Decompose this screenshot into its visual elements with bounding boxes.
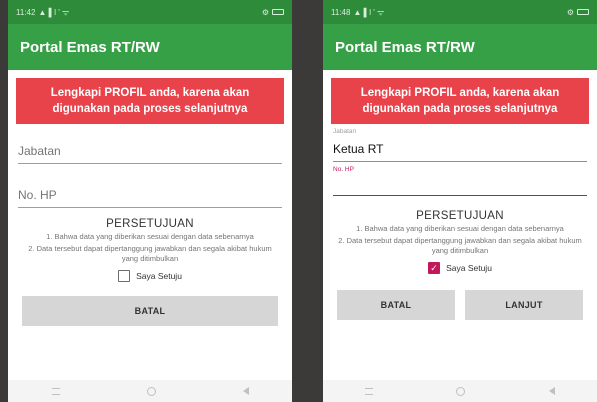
battery-icon xyxy=(577,9,589,15)
jabatan-field[interactable]: Jabatan xyxy=(333,128,587,162)
battery-icon xyxy=(272,9,284,15)
home-icon[interactable] xyxy=(456,386,466,396)
back-icon[interactable] xyxy=(242,387,249,395)
status-time: 11:42 xyxy=(16,7,36,17)
settings-status-icon: ⚙ xyxy=(566,7,574,17)
home-icon[interactable] xyxy=(146,386,156,396)
agreement-item-1: 1. Bahwa data yang diberikan sesuai deng… xyxy=(46,232,254,241)
batal-button[interactable]: BATAL xyxy=(337,290,455,320)
hp-label: No. HP xyxy=(333,166,354,173)
agree-checkbox[interactable] xyxy=(118,270,131,282)
check-icon: ✓ xyxy=(430,262,438,273)
status-right: ⚙ xyxy=(567,8,589,17)
settings-status-icon: ⚙ xyxy=(261,7,269,17)
status-left: 11:42 ▲ ▌l ' ᯤ xyxy=(16,7,69,18)
agree-checkbox-label[interactable]: Saya Setuju xyxy=(136,271,182,281)
agreement-item-2: 2. Data tersebut dapat dipertanggung jaw… xyxy=(338,236,582,255)
hp-input[interactable] xyxy=(333,174,587,196)
jabatan-field[interactable] xyxy=(18,138,282,164)
app-bar: Portal Emas RT/RW xyxy=(8,24,292,70)
phone-screen-right: 11:48 ▲ ▌l ' ᯤ ⚙ Portal Emas RT/RW Lengk… xyxy=(323,0,597,402)
hp-field[interactable] xyxy=(18,182,282,208)
status-time: 11:48 xyxy=(331,7,351,17)
jabatan-label: Jabatan xyxy=(333,128,357,135)
agreement-item-2: 2. Data tersebut dapat dipertanggung jaw… xyxy=(28,244,272,263)
lanjut-button[interactable]: LANJUT xyxy=(465,290,583,320)
agreement-section: PERSETUJUAN 1. Bahwa data yang diberikan… xyxy=(8,218,292,264)
status-left: 11:48 ▲ ▌l ' ᯤ xyxy=(331,7,384,18)
hp-input[interactable] xyxy=(18,182,282,208)
status-bar: 11:42 ▲ ▌l ' ᯤ ⚙ xyxy=(8,0,292,24)
status-bar: 11:48 ▲ ▌l ' ᯤ ⚙ xyxy=(323,0,597,24)
recent-apps-icon[interactable] xyxy=(51,387,60,395)
recent-apps-icon[interactable] xyxy=(364,387,373,395)
action-buttons: BATAL xyxy=(22,296,278,326)
profile-warning-banner: Lengkapi PROFIL anda, karena akan diguna… xyxy=(16,78,284,124)
agreement-title: PERSETUJUAN xyxy=(416,210,504,222)
app-title: Portal Emas RT/RW xyxy=(20,38,160,56)
agreement-section: PERSETUJUAN 1. Bahwa data yang diberikan… xyxy=(323,210,597,256)
batal-button[interactable]: BATAL xyxy=(22,296,278,326)
signal-icon: ▲ ▌l ' ᯤ xyxy=(353,7,385,17)
app-title: Portal Emas RT/RW xyxy=(335,38,475,56)
jabatan-input[interactable] xyxy=(333,136,587,162)
status-right: ⚙ xyxy=(262,8,284,17)
agree-checkbox-row[interactable]: Saya Setuju xyxy=(8,270,292,282)
signal-icon: ▲ ▌l ' ᯤ xyxy=(38,7,70,17)
phone-screen-left: 11:42 ▲ ▌l ' ᯤ ⚙ Portal Emas RT/RW Lengk… xyxy=(8,0,292,402)
nav-bar xyxy=(323,380,597,402)
agree-checkbox[interactable]: ✓ xyxy=(428,262,441,274)
agree-checkbox-label[interactable]: Saya Setuju xyxy=(446,263,492,273)
app-bar: Portal Emas RT/RW xyxy=(323,24,597,70)
nav-bar xyxy=(8,380,292,402)
agreement-title: PERSETUJUAN xyxy=(106,218,194,230)
profile-warning-banner: Lengkapi PROFIL anda, karena akan diguna… xyxy=(331,78,589,124)
jabatan-input[interactable] xyxy=(18,138,282,164)
back-icon[interactable] xyxy=(549,387,556,395)
agreement-item-1: 1. Bahwa data yang diberikan sesuai deng… xyxy=(356,224,564,233)
agree-checkbox-row[interactable]: ✓ Saya Setuju xyxy=(323,262,597,274)
action-buttons: BATAL LANJUT xyxy=(337,290,583,320)
hp-field[interactable]: No. HP xyxy=(333,166,587,196)
